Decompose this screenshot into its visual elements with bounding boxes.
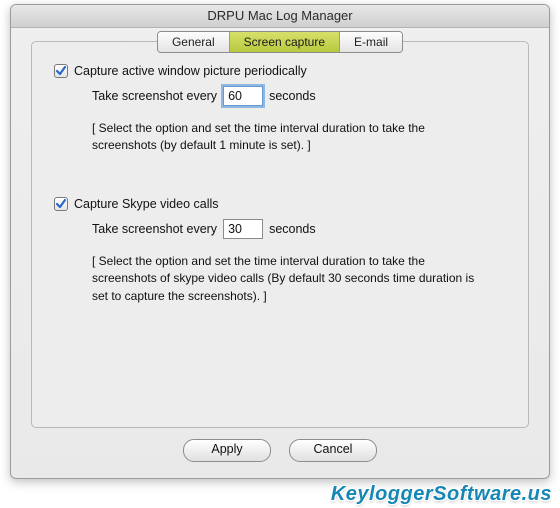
tab-general-label: General: [172, 35, 215, 49]
capture-window-interval-row: Take screenshot every 60 seconds: [92, 86, 506, 106]
capture-skype-checkbox[interactable]: [54, 197, 68, 211]
check-icon: [55, 65, 67, 77]
tab-general[interactable]: General: [158, 32, 230, 52]
watermark-text: KeyloggerSoftware.us: [331, 483, 552, 506]
capture-window-section: Capture active window picture periodical…: [54, 64, 506, 155]
capture-window-checkbox[interactable]: [54, 64, 68, 78]
capture-skype-row: Capture Skype video calls: [54, 197, 506, 211]
take-suffix: seconds: [269, 222, 316, 236]
app-window: DRPU Mac Log Manager General Screen capt…: [10, 4, 550, 479]
tab-screen-capture[interactable]: Screen capture: [230, 32, 340, 52]
segmented-control: General Screen capture E-mail: [157, 31, 403, 53]
take-prefix: Take screenshot every: [92, 89, 217, 103]
button-bar: Apply Cancel: [11, 439, 549, 462]
apply-button-label: Apply: [211, 442, 242, 456]
cancel-button-label: Cancel: [314, 442, 353, 456]
window-titlebar: DRPU Mac Log Manager: [11, 5, 549, 28]
capture-window-interval-input[interactable]: 60: [223, 86, 263, 106]
apply-button[interactable]: Apply: [183, 439, 271, 462]
window-title: DRPU Mac Log Manager: [207, 8, 352, 23]
check-icon: [55, 198, 67, 210]
capture-skype-interval-row: Take screenshot every 30 seconds: [92, 219, 506, 239]
capture-window-row: Capture active window picture periodical…: [54, 64, 506, 78]
capture-skype-description: [ Select the option and set the time int…: [92, 253, 492, 305]
tab-screen-capture-label: Screen capture: [244, 35, 325, 49]
take-suffix: seconds: [269, 89, 316, 103]
capture-window-label: Capture active window picture periodical…: [74, 64, 307, 78]
cancel-button[interactable]: Cancel: [289, 439, 377, 462]
capture-window-description: [ Select the option and set the time int…: [92, 120, 492, 155]
tab-bar: General Screen capture E-mail: [11, 31, 549, 53]
take-prefix: Take screenshot every: [92, 222, 217, 236]
content-pane: Capture active window picture periodical…: [31, 41, 529, 428]
capture-skype-label: Capture Skype video calls: [74, 197, 219, 211]
capture-skype-section: Capture Skype video calls Take screensho…: [54, 197, 506, 305]
tab-email-label: E-mail: [354, 35, 388, 49]
capture-skype-interval-input[interactable]: 30: [223, 219, 263, 239]
tab-email[interactable]: E-mail: [340, 32, 402, 52]
